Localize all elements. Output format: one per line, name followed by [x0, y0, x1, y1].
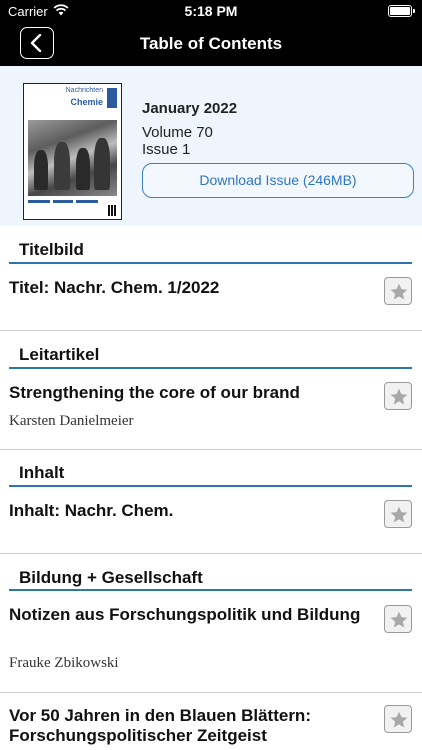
article-title: Titel: Nachr. Chem. 1/2022 — [9, 278, 220, 297]
section-header-bildung-gesellschaft: Bildung + Gesellschaft — [0, 554, 422, 592]
download-issue-button[interactable]: Download Issue (246MB) — [142, 163, 414, 198]
star-icon — [390, 711, 408, 728]
top-bar: Carrier 5:18 PM Table of Contents — [0, 0, 422, 66]
article-item[interactable]: Titel: Nachr. Chem. 1/2022 — [0, 266, 422, 330]
favorite-button[interactable] — [384, 500, 412, 528]
issue-date: January 2022 — [142, 100, 238, 117]
favorite-button[interactable] — [384, 605, 412, 633]
favorite-button[interactable] — [384, 277, 412, 305]
cover-masthead-title: Chemie — [70, 97, 103, 107]
issue-cover-image[interactable]: Nachrichten Chemie — [23, 83, 122, 220]
favorite-button[interactable] — [384, 382, 412, 410]
article-title: Strengthening the core of our brand — [9, 383, 300, 402]
article-item[interactable]: Inhalt: Nachr. Chem. — [0, 488, 422, 553]
article-title: Vor 50 Jahren in den Blauen Blättern: Fo… — [9, 706, 311, 745]
section-label: Inhalt — [19, 463, 65, 482]
article-item[interactable]: Strengthening the core of our brand Kars… — [0, 371, 422, 449]
status-bar: Carrier 5:18 PM — [0, 0, 422, 22]
section-header-leitartikel: Leitartikel — [0, 331, 422, 371]
article-author: Karsten Danielmeier — [9, 413, 134, 429]
article-title: Inhalt: Nachr. Chem. — [9, 501, 174, 520]
battery-icon — [388, 5, 415, 17]
issue-volume: Volume 70 — [142, 124, 213, 141]
section-header-inhalt: Inhalt — [0, 450, 422, 488]
star-icon — [390, 611, 408, 628]
article-author: Frauke Zbikowski — [9, 655, 119, 671]
star-icon — [390, 283, 408, 300]
article-item[interactable]: Notizen aus Forschungspolitik und Bildun… — [0, 592, 422, 692]
article-item[interactable]: Vor 50 Jahren in den Blauen Blättern: Fo… — [0, 693, 422, 750]
star-icon — [390, 388, 408, 405]
section-header-titelbild: Titelbild — [0, 226, 422, 266]
clock: 5:18 PM — [184, 3, 238, 19]
page-title: Table of Contents — [139, 34, 283, 53]
section-label: Leitartikel — [19, 345, 100, 364]
section-label: Titelbild — [19, 240, 84, 259]
star-icon — [390, 506, 408, 523]
issue-header: Nachrichten Chemie January 2022 Volume 7… — [0, 66, 422, 226]
cover-photo — [28, 120, 117, 196]
article-title: Notizen aus Forschungspolitik und Bildun… — [9, 605, 361, 624]
issue-number: Issue 1 — [142, 141, 191, 158]
cover-masthead-top: Nachrichten — [65, 87, 103, 94]
favorite-button[interactable] — [384, 705, 412, 733]
section-label: Bildung + Gesellschaft — [19, 568, 203, 587]
